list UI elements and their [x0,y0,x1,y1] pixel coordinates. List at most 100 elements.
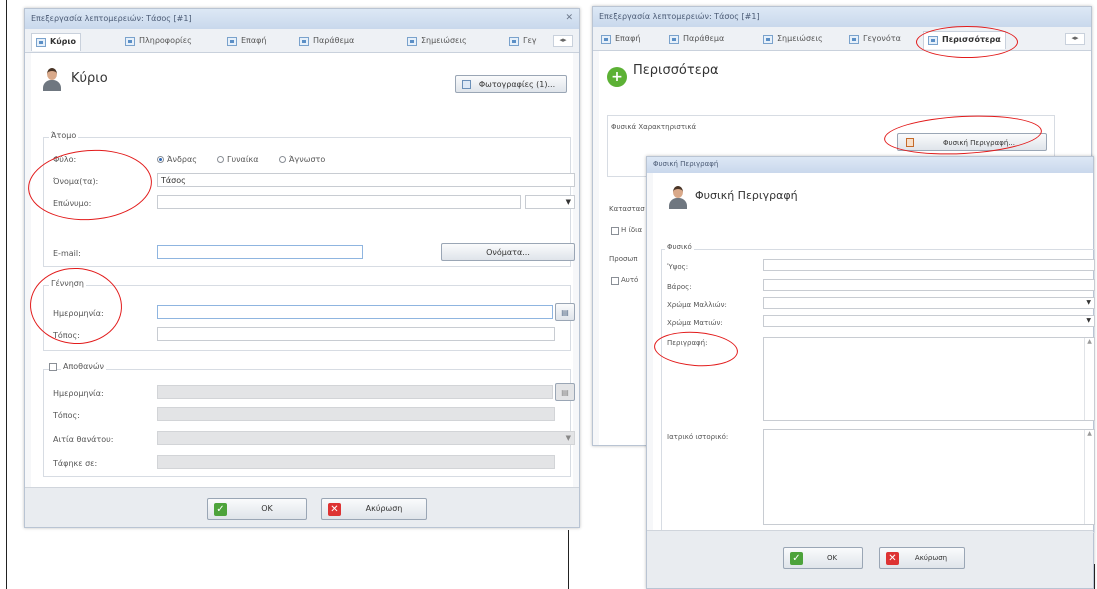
partial-label-same: Η ίδια [621,226,643,234]
tab-more[interactable]: Περισσότερα [923,31,1006,49]
physical-description-dialog: Φυσική Περιγραφή Φυσική Περιγραφή Φυσικό… [646,156,1095,589]
death-calendar-button[interactable]: ▤ [555,383,575,401]
chevron-down-icon: ▼ [565,434,571,442]
hair-color-select[interactable]: ▼ [763,297,1095,309]
chevron-down-icon: ▼ [1086,317,1091,324]
deceased-checkbox[interactable] [49,363,57,371]
photos-button[interactable]: Φωτογραφίες (1)... [455,75,567,93]
tab-icon [227,37,237,46]
gender-radio-female[interactable] [217,156,224,163]
tab-icon [125,37,135,46]
edit-details-window-main: Επεξεργασία λεπτομερειών: Τάσος [#1] ✕ Κ… [24,8,580,528]
tab-icon [601,35,611,44]
tab-icon [763,35,773,44]
weight-label: Βάρος: [667,283,692,291]
scrollbar[interactable]: ▲ [1084,430,1094,524]
tab-scroll-arrows[interactable]: ◂▸ [553,35,573,47]
tab-main[interactable]: Κύριο [31,33,81,51]
gender-radio-unknown[interactable] [279,156,286,163]
add-icon[interactable]: + [607,67,627,87]
cancel-button[interactable]: ✕ Ακύρωση [321,498,427,520]
tab-scroll-arrows[interactable]: ◂▸ [1065,33,1085,45]
eye-color-label: Χρώμα Ματιών: [667,319,723,327]
tab-label: Επαφή [241,36,267,45]
eye-color-select[interactable]: ▼ [763,315,1095,327]
email-label: E-mail: [53,249,81,258]
page-title: Περισσότερα [633,63,719,78]
cancel-button-label: Ακύρωση [365,504,403,513]
gender-radio-male[interactable] [157,156,164,163]
partial-label-personal: Προσωπ [609,255,638,263]
chevron-down-icon: ▼ [565,198,571,206]
death-place-field[interactable] [157,407,555,421]
description-textarea[interactable]: ▲ [763,337,1095,421]
gender-option-unknown: Άγνωστο [289,155,326,164]
death-cause-label: Αιτία θανάτου: [53,435,114,444]
dialog-panel: Φυσική Περιγραφή Φυσικό Ύψος: Βάρος: Χρώ… [653,173,1095,533]
tab-contact[interactable]: Επαφή [223,33,271,51]
surname-suffix-select[interactable]: ▼ [525,195,575,209]
names-button[interactable]: Ονόματα... [441,243,575,261]
main-panel: Κύριο Φωτογραφίες (1)... Άτομο Φύλο: Άνδ… [31,53,575,487]
dialog-ok-button[interactable]: ✓ OK [783,547,863,569]
birth-place-label: Τόπος: [53,331,80,340]
dialog-title: Φυσική Περιγραφή [647,157,1093,173]
cancel-button-label: Ακύρωση [914,554,948,562]
names-label: Όνομα(τα): [53,177,99,186]
ok-button-label: OK [261,504,273,513]
death-date-field[interactable] [157,385,553,399]
gender-option-female: Γυναίκα [227,155,259,164]
tab-events[interactable]: Γεγ [505,33,541,51]
dialog-cancel-button[interactable]: ✕ Ακύρωση [879,547,965,569]
tab-contact[interactable]: Επαφή [597,31,645,49]
tab-label: Παράθεμα [683,34,725,43]
medical-history-label: Ιατρικό ιστορικό: [667,433,729,441]
medical-history-textarea[interactable]: ▲ [763,429,1095,525]
names-field[interactable]: Τάσος [157,173,575,187]
tab-quote[interactable]: Παράθεμα [295,33,358,51]
window-title: Επεξεργασία λεπτομερειών: Τάσος [#1] [25,9,579,29]
tab-icon [509,37,519,46]
weight-field[interactable] [763,279,1095,291]
ok-button[interactable]: ✓ OK [207,498,307,520]
surname-field[interactable] [157,195,521,209]
gender-option-male: Άνδρας [167,155,197,164]
calendar-button[interactable]: ▤ [555,303,575,321]
birth-place-field[interactable] [157,327,555,341]
check-icon: ✓ [790,552,803,565]
person-avatar [667,185,689,209]
tab-information[interactable]: Πληροφορίες [121,33,196,51]
close-icon[interactable]: ✕ [565,13,573,23]
tab-events[interactable]: Γεγονότα [845,31,905,49]
buried-field[interactable] [157,455,555,469]
tab-label: Σημειώσεις [777,34,823,43]
tab-bar: Κύριο Πληροφορίες Επαφή Παράθεμα Σημειώσ… [25,29,579,53]
birth-date-field[interactable] [157,305,553,319]
hair-color-label: Χρώμα Μαλλιών: [667,301,727,309]
middle-frame-line [568,530,569,589]
death-cause-select[interactable]: ▼ [157,431,575,445]
person-avatar [41,67,63,91]
birth-date-label: Ημερομηνία: [53,309,104,318]
tab-label: Περισσότερα [942,35,1001,44]
tab-icon [849,35,859,44]
email-field[interactable] [157,245,363,259]
partial-checkbox-2[interactable] [611,277,619,285]
height-field[interactable] [763,259,1095,271]
ok-button-label: OK [826,554,838,562]
tab-quote[interactable]: Παράθεμα [665,31,728,49]
chevron-down-icon: ▼ [1086,299,1091,306]
tab-notes[interactable]: Σημειώσεις [759,31,827,49]
tab-notes[interactable]: Σημειώσεις [403,33,471,51]
tab-icon [407,37,417,46]
partial-checkbox-1[interactable] [611,227,619,235]
death-date-label: Ημερομηνία: [53,389,104,398]
physical-description-button[interactable]: Φυσική Περιγραφή... [897,133,1047,151]
tab-label: Κύριο [50,37,76,46]
partial-label-status: Καταστασ [609,205,645,213]
scrollbar[interactable]: ▲ [1084,338,1094,420]
tab-label: Πληροφορίες [139,36,192,45]
physical-features-legend: Φυσικά Χαρακτηριστικά [611,123,697,131]
gender-label: Φύλο: [53,155,77,164]
tab-icon [928,36,938,45]
